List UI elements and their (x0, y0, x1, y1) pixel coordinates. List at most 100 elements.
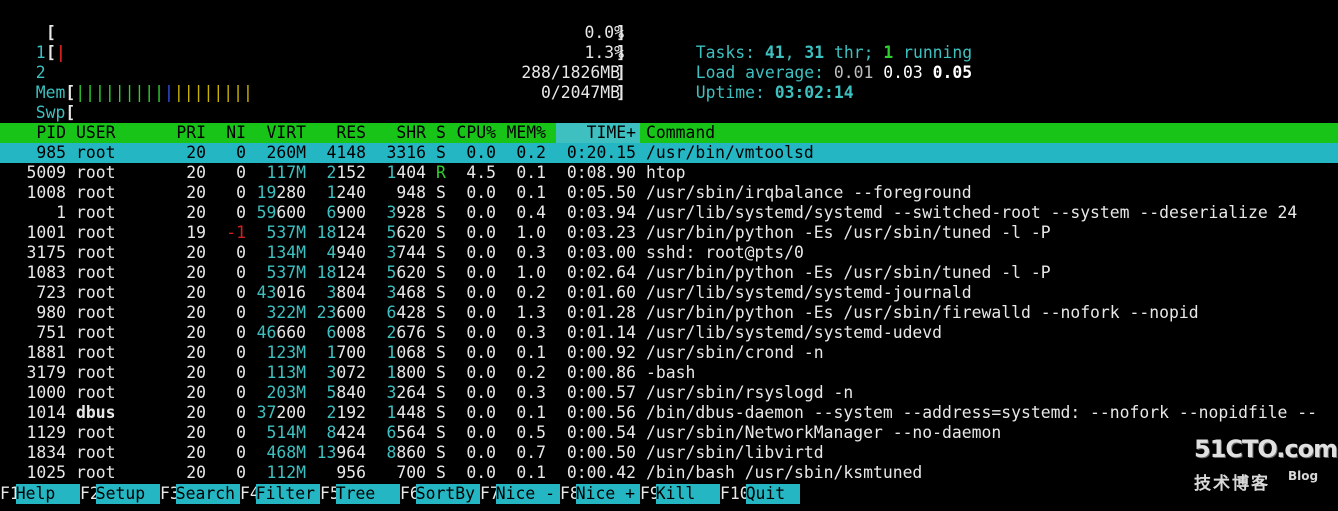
swp-value: 0/2047MB (541, 83, 620, 102)
table-row[interactable]: 1001 root 19 -1 537M 18124 5620 S 0.0 1.0 0:03.23 /… (0, 223, 1338, 243)
table-row[interactable]: 1025 root 20 0 112M 956 700 S 0.0 0.1 0:00.42/bin/… (0, 463, 1338, 483)
cell-mem: 1.0 (516, 263, 546, 282)
cell-ni: -1 (226, 223, 246, 242)
table-row[interactable]: 3179 root 20 0 113M 3072 1800 S 0.0 0.2 0:00.86 -ba… (0, 363, 1338, 383)
cell-user: root (76, 343, 116, 362)
cell-s: R (436, 163, 446, 182)
column-header-command[interactable]: Command (646, 123, 715, 143)
help-button[interactable]: Help (15, 484, 80, 504)
table-row[interactable]: 1881 root 20 0 123M 1700 1068 S 0.0 0.1 0:00.92/us… (0, 343, 1338, 363)
cell-ni: 0 (236, 303, 246, 322)
table-row[interactable]: 723 root 20 0 43016 3804 3468 S 0.0 0.2 0:01.60/us… (0, 283, 1338, 303)
column-header-time[interactable]: TIME+ (587, 123, 636, 143)
column-header-cpu[interactable]: CPU% (457, 123, 496, 143)
table-row[interactable]: 1014 dbus 20 0 37200 2192 1448 S 0.0 0.1 0:00.56/b… (0, 403, 1338, 423)
cell-ni: 0 (236, 283, 246, 302)
cell-shr: 1800 (386, 363, 426, 382)
cell-s: S (436, 443, 446, 462)
cell-time: 0:02.64 (566, 263, 636, 282)
cell-ni: 0 (236, 403, 246, 422)
cell-s: S (436, 463, 446, 482)
cell-user: root (76, 243, 116, 262)
cell-mem: 0.2 (516, 283, 546, 302)
cell-cmd: /usr/bin/python -Es /usr/sbin/tuned -l -… (646, 223, 1051, 242)
cell-cmd: htop (646, 163, 686, 182)
cell-s: S (436, 323, 446, 342)
column-header-pid[interactable]: PID (36, 123, 66, 143)
column-header-virt[interactable]: VIRT (267, 123, 306, 143)
table-row[interactable]: 1 root 20 0 59600 6900 3928 S 0.0 0.4 0:03.94/usr/… (0, 203, 1338, 223)
column-header-mem[interactable]: MEM% (507, 123, 546, 143)
quit-button[interactable]: Quit (745, 484, 800, 504)
table-row[interactable]: 1083 root 20 0 537M 18124 5620 S 0.0 1.0 0:02.64/u… (0, 263, 1338, 283)
sortby-button[interactable]: SortBy (415, 484, 480, 504)
table-row[interactable]: 1008 root 20 0 19280 1240 948 S 0.0 0.1 0:05.50/us… (0, 183, 1338, 203)
cell-pid: 5009 (26, 163, 66, 182)
cell-shr: 948 (396, 183, 426, 202)
cell-s: S (436, 183, 446, 202)
cell-res: 8424 (326, 423, 366, 442)
column-header-ni[interactable]: NI (226, 123, 246, 143)
cell-pri: 20 (186, 443, 206, 462)
table-row[interactable]: 980 root 20 0 322M 23600 6428 S 0.0 1.3 0:01.28/us… (0, 303, 1338, 323)
cell-s: S (436, 303, 446, 322)
search-button[interactable]: Search (175, 484, 240, 504)
setup-button[interactable]: Setup (95, 484, 160, 504)
cpu1-bracket-open: [ (46, 23, 56, 42)
cell-ni: 0 (236, 263, 246, 282)
nice-button[interactable]: Nice + (575, 484, 640, 504)
cpu1-bracket-close: ] (616, 23, 626, 42)
cell-pid: 3175 (26, 243, 66, 262)
cell-s: S (436, 283, 446, 302)
cell-cpu: 0.0 (466, 223, 496, 242)
cell-cpu: 0.0 (466, 423, 496, 442)
load-15: 0.05 (932, 63, 973, 82)
cell-res: 956 (336, 463, 366, 482)
mem-bracket-close: ] (616, 63, 626, 82)
cell-virt: 260M (266, 143, 306, 162)
cell-user: root (76, 223, 116, 242)
swp-label: Swp (35, 103, 66, 122)
kill-button[interactable]: Kill (655, 484, 720, 504)
column-header-user[interactable]: USER (76, 123, 115, 143)
cell-pri: 20 (186, 363, 206, 382)
column-header-shr[interactable]: SHR (396, 123, 426, 143)
cell-cpu: 0.0 (466, 383, 496, 402)
nice-button[interactable]: Nice - (495, 484, 560, 504)
uptime-value: 03:02:14 (774, 83, 854, 102)
mem-value: 288/1826MB (521, 63, 620, 82)
cell-ni: 0 (236, 343, 246, 362)
cell-cmd: /usr/sbin/rsyslogd -n (646, 383, 854, 402)
table-row[interactable]: 1834 root 20 0 468M 13964 8860 S 0.0 0.7 0:00.50/u… (0, 443, 1338, 463)
cell-cpu: 0.0 (466, 443, 496, 462)
cell-time: 0:00.56 (566, 403, 636, 422)
cell-cmd: /usr/bin/vmtoolsd (646, 143, 814, 162)
cell-virt: 37200 (256, 403, 306, 422)
cell-pid: 1 (56, 203, 66, 222)
column-header-pri[interactable]: PRI (176, 123, 206, 143)
cell-s: S (436, 223, 446, 242)
table-row[interactable]: 3175 root 20 0 134M 4940 3744 S 0.0 0.3 0:03.00 ssh… (0, 243, 1338, 263)
table-row[interactable]: 751 root 20 0 46660 6008 2676 S 0.0 0.3 0:01.14/us… (0, 323, 1338, 343)
column-header-res[interactable]: RES (336, 123, 366, 143)
cell-cmd: /bin/dbus-daemon --system --address=syst… (646, 403, 1318, 422)
cell-user: root (76, 463, 116, 482)
filter-button[interactable]: Filter (255, 484, 320, 504)
table-row[interactable]: 1129 root 20 0 514M 8424 6564 S 0.0 0.5 0:00.54/us… (0, 423, 1338, 443)
table-row[interactable]: 1000 root 20 0 203M 5840 3264 S 0.0 0.3 0:00.57/us… (0, 383, 1338, 403)
cell-time: 0:00.86 (566, 363, 636, 382)
swp-bracket-close: ] (616, 83, 626, 102)
cell-virt: 19280 (256, 183, 306, 202)
cell-res: 1700 (326, 343, 366, 362)
table-row-selected[interactable]: 985 root 20 0 260M 4148 3316 S 0.0 0.2 0:20.15/usr… (0, 143, 1338, 163)
cell-ni: 0 (236, 323, 246, 342)
table-row[interactable]: 5009 root 20 0 117M 2152 1404 R 4.5 0.1 0:08.90 hto… (0, 163, 1338, 183)
cell-s: S (436, 203, 446, 222)
tree-button[interactable]: Tree (335, 484, 400, 504)
cell-virt: 43016 (256, 283, 306, 302)
cell-time: 0:01.28 (566, 303, 636, 322)
cell-cmd: -bash (646, 363, 696, 382)
column-header-s[interactable]: S (436, 123, 446, 143)
cell-cmd: /bin/bash /usr/sbin/ksmtuned (646, 463, 923, 482)
cell-s: S (436, 343, 446, 362)
